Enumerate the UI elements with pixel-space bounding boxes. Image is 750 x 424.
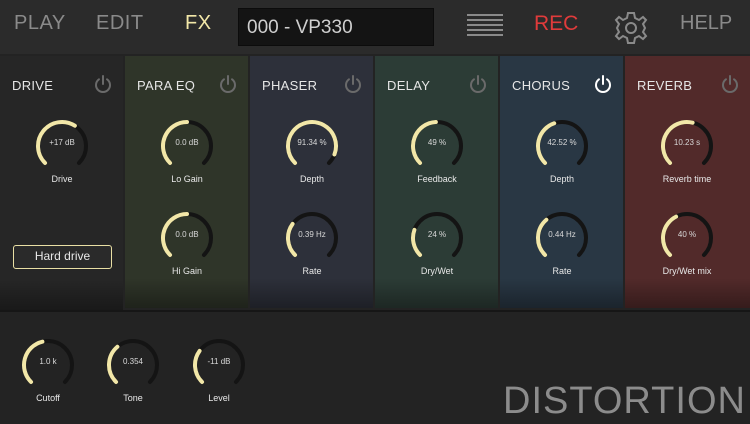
distortion-cutoff-value: 1.0 k	[39, 357, 57, 366]
chorus-rate-label: Rate	[552, 266, 572, 276]
reverb-dry-wet-mix-value: 40 %	[677, 230, 697, 239]
para-eq-lo-gain-label: Lo Gain	[171, 174, 203, 184]
drive-drive-value: +17 dB	[49, 138, 75, 147]
delay-feedback-knob[interactable]: 49 %	[407, 116, 467, 176]
chorus-depth-knob[interactable]: 42.52 %	[532, 116, 592, 176]
reverb-reverb-time-value: 10.23 s	[673, 138, 701, 147]
reverb-reverb-time-label: Reverb time	[662, 174, 712, 184]
panel-reverb: REVERB 10.23 s Reverb time 40 % Dry/Wet mi…	[625, 56, 750, 308]
panel-title: DRIVE	[12, 78, 54, 93]
panel-drive: DRIVE +17 dB Drive Hard drive	[0, 56, 123, 310]
distortion-title: DISTORTION	[503, 380, 746, 422]
delay-feedback-label: Feedback	[417, 174, 457, 184]
nav-fx[interactable]: FX	[185, 12, 212, 35]
drive-drive-label: Drive	[51, 174, 73, 184]
panel-title: DELAY	[387, 78, 431, 93]
para-eq-lo-gain-value: 0.0 dB	[175, 138, 199, 147]
delay-dry-wet-knob[interactable]: 24 %	[407, 208, 467, 268]
phaser-depth-value: 91.34 %	[297, 138, 327, 147]
panel-title: PHASER	[262, 78, 318, 93]
phaser-rate-label: Rate	[302, 266, 322, 276]
distortion-level-knob[interactable]: -11 dB	[189, 335, 249, 395]
phaser-depth-knob[interactable]: 91.34 %	[282, 116, 342, 176]
reverb-dry-wet-mix-label: Dry/Wet mix	[662, 266, 712, 276]
reverb-dry-wet-mix-knob[interactable]: 40 %	[657, 208, 717, 268]
gear-icon[interactable]	[613, 10, 649, 46]
panel-phaser: PHASER 91.34 % Depth 0.39 Hz Rate	[250, 56, 373, 308]
panel-title: CHORUS	[512, 78, 571, 93]
distortion-tone-knob[interactable]: 0.354	[103, 335, 163, 395]
power-icon[interactable]	[720, 74, 740, 94]
distortion-level-value: -11 dB	[207, 357, 231, 366]
panel-delay: DELAY 49 % Feedback 24 % Dry/Wet	[375, 56, 498, 308]
phaser-rate-knob[interactable]: 0.39 Hz	[282, 208, 342, 268]
hard-drive-button[interactable]: Hard drive	[13, 245, 112, 269]
power-icon[interactable]	[468, 74, 488, 94]
distortion-tone-value: 0.354	[122, 357, 144, 366]
top-bar: PLAY EDIT FX 000 - VP330 REC HELP	[0, 0, 750, 54]
power-icon[interactable]	[343, 74, 363, 94]
chorus-rate-value: 0.44 Hz	[548, 230, 576, 239]
preset-name: 000 - VP330	[247, 17, 353, 38]
chorus-depth-value: 42.52 %	[547, 138, 577, 147]
para-eq-lo-gain-knob[interactable]: 0.0 dB	[157, 116, 217, 176]
power-icon[interactable]	[593, 74, 613, 94]
distortion-cutoff-knob[interactable]: 1.0 k	[18, 335, 78, 395]
power-icon[interactable]	[218, 74, 238, 94]
chorus-rate-knob[interactable]: 0.44 Hz	[532, 208, 592, 268]
nav-edit[interactable]: EDIT	[96, 12, 144, 35]
panel-para-eq: PARA EQ 0.0 dB Lo Gain 0.0 dB Hi Gain	[125, 56, 248, 308]
phaser-rate-value: 0.39 Hz	[298, 230, 326, 239]
help-button[interactable]: HELP	[680, 12, 732, 35]
hamburger-lines-icon[interactable]	[467, 14, 503, 38]
preset-selector[interactable]: 000 - VP330	[238, 8, 434, 46]
para-eq-hi-gain-value: 0.0 dB	[175, 230, 199, 239]
reverb-reverb-time-knob[interactable]: 10.23 s	[657, 116, 717, 176]
nav-play[interactable]: PLAY	[14, 12, 66, 35]
chorus-depth-label: Depth	[549, 174, 575, 184]
panel-title: PARA EQ	[137, 78, 196, 93]
delay-feedback-value: 49 %	[427, 138, 447, 147]
panel-title: REVERB	[637, 78, 693, 93]
rec-button[interactable]: REC	[534, 12, 578, 36]
para-eq-hi-gain-knob[interactable]: 0.0 dB	[157, 208, 217, 268]
delay-dry-wet-value: 24 %	[427, 230, 447, 239]
drive-drive-knob[interactable]: +17 dB	[32, 116, 92, 176]
phaser-depth-label: Depth	[299, 174, 325, 184]
distortion-level-label: Level	[208, 393, 230, 403]
panel-chorus: CHORUS 42.52 % Depth 0.44 Hz Rate	[500, 56, 623, 308]
power-icon[interactable]	[93, 74, 113, 94]
delay-dry-wet-label: Dry/Wet	[420, 266, 454, 276]
para-eq-hi-gain-label: Hi Gain	[171, 266, 202, 276]
